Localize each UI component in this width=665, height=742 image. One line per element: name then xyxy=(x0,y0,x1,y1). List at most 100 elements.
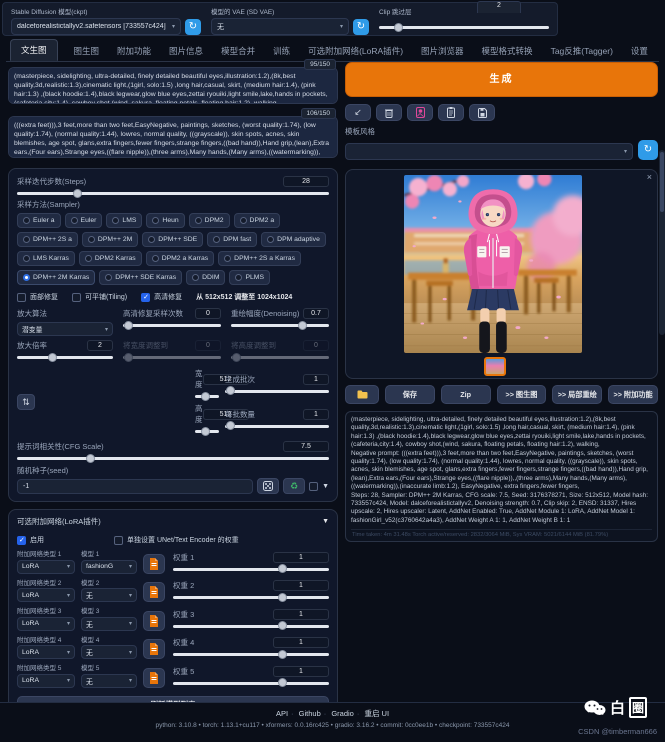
lora-enable-checkbox[interactable]: 启用 xyxy=(17,535,44,545)
sampler-ddim[interactable]: DDIM xyxy=(186,270,225,285)
sampler-lms-karras[interactable]: LMS Karras xyxy=(17,251,75,266)
sampler-dpmpp-2s-a-karras[interactable]: DPM++ 2S a Karras xyxy=(218,251,301,266)
tab-model-convert[interactable]: 模型格式转换 xyxy=(480,41,535,61)
hires-steps-slider[interactable] xyxy=(123,324,221,327)
lora-model-dropdown[interactable]: 无▾ xyxy=(81,617,137,631)
upscale-by-slider[interactable] xyxy=(17,356,113,359)
sampler-dpm2-a[interactable]: DPM2 a xyxy=(234,213,281,228)
lora-header[interactable]: 可选附加网络(LoRA插件) xyxy=(17,516,101,527)
lora-model-file-button[interactable] xyxy=(143,668,165,688)
generated-image[interactable] xyxy=(404,175,582,353)
send-to-inpaint-button[interactable]: >> 局部重绘 xyxy=(552,385,602,404)
sampler-dpmpp-2m[interactable]: DPM++ 2M xyxy=(82,232,138,247)
lora-weight-value[interactable]: 1 xyxy=(273,666,329,677)
lora-weight-value[interactable]: 1 xyxy=(273,552,329,563)
sampler-dpmpp-2s-a[interactable]: DPM++ 2S a xyxy=(17,232,78,247)
sampler-dpmpp-2m-karras[interactable]: DPM++ 2M Karras xyxy=(17,270,95,285)
sampler-dpm2-a-karras[interactable]: DPM2 a Karras xyxy=(146,251,214,266)
lora-type-dropdown[interactable]: LoRA▾ xyxy=(17,588,75,602)
api-link[interactable]: API xyxy=(276,709,288,718)
open-folder-button[interactable] xyxy=(345,385,379,404)
gallery-thumbnail[interactable] xyxy=(484,357,506,376)
batch-count-value[interactable]: 1 xyxy=(303,374,329,385)
lora-model-file-button[interactable] xyxy=(143,554,165,574)
sampler-dpmpp-sde-karras[interactable]: DPM++ SDE Karras xyxy=(99,270,182,285)
tab-image-browser[interactable]: 图片浏览器 xyxy=(419,41,466,61)
hires-steps-value[interactable]: 0 xyxy=(195,308,221,319)
lora-type-dropdown[interactable]: LoRA▾ xyxy=(17,674,75,688)
lora-model-dropdown[interactable]: 无▾ xyxy=(81,674,137,688)
restore-faces-checkbox[interactable]: 面部修复 xyxy=(17,292,58,302)
batch-size-value[interactable]: 1 xyxy=(303,409,329,420)
batch-count-slider[interactable] xyxy=(225,390,329,393)
extra-networks-button[interactable] xyxy=(407,104,433,121)
save-style-button[interactable] xyxy=(469,104,495,121)
upscaler-dropdown[interactable]: 潜变量▾ xyxy=(17,322,113,336)
lora-model-dropdown[interactable]: 无▾ xyxy=(81,588,137,602)
steps-slider[interactable] xyxy=(17,192,329,195)
lora-model-file-button[interactable] xyxy=(143,582,165,602)
seed-extra-checkbox[interactable] xyxy=(309,482,318,491)
lora-type-dropdown[interactable]: LoRA▾ xyxy=(17,617,75,631)
seed-collapse-caret-icon[interactable]: ▼ xyxy=(322,483,329,490)
negative-prompt-input[interactable]: (((extra feet))),3 feet,more than two fe… xyxy=(8,116,338,158)
send-to-img2img-button[interactable]: >> 图生图 xyxy=(497,385,547,404)
sampler-dpm2[interactable]: DPM2 xyxy=(189,213,230,228)
seed-input[interactable]: -1 xyxy=(17,479,253,494)
styles-dropdown[interactable]: ▾ xyxy=(345,143,633,160)
lora-weight-value[interactable]: 1 xyxy=(273,609,329,620)
model-dropdown[interactable]: dalceforealistictallyv2.safetensors [733… xyxy=(11,18,181,35)
clear-prompt-button[interactable] xyxy=(376,104,402,121)
lora-weight-value[interactable]: 1 xyxy=(273,580,329,591)
lora-type-dropdown[interactable]: LoRA▾ xyxy=(17,645,75,659)
tiling-checkbox[interactable]: 可平铺(Tiling) xyxy=(72,292,127,302)
height-slider[interactable] xyxy=(195,430,219,433)
tab-settings[interactable]: 设置 xyxy=(629,41,650,61)
sampler-euler[interactable]: Euler xyxy=(65,213,103,228)
lora-model-dropdown[interactable]: 无▾ xyxy=(81,645,137,659)
lora-model-dropdown[interactable]: fashionG▾ xyxy=(81,560,137,574)
lora-collapse-caret-icon[interactable]: ▼ xyxy=(322,518,329,525)
tab-tagger[interactable]: Tag反推(Tagger) xyxy=(549,41,615,61)
reuse-seed-button[interactable]: ♻ xyxy=(283,478,305,494)
denoising-slider[interactable] xyxy=(231,324,329,327)
sampler-dpm-adaptive[interactable]: DPM adaptive xyxy=(261,232,326,247)
batch-size-slider[interactable] xyxy=(225,425,329,428)
lora-weight-slider[interactable] xyxy=(173,682,329,685)
sampler-lms[interactable]: LMS xyxy=(106,213,142,228)
github-link[interactable]: Github xyxy=(299,709,321,718)
steps-value[interactable]: 28 xyxy=(283,176,329,187)
prompt-input[interactable]: (masterpiece, sidelighting, ultra-detail… xyxy=(8,67,338,104)
sampler-dpm2-karras[interactable]: DPM2 Karras xyxy=(79,251,142,266)
vae-dropdown[interactable]: 无 ▾ xyxy=(211,18,349,35)
lora-weight-slider[interactable] xyxy=(173,568,329,571)
sampler-heun[interactable]: Heun xyxy=(146,213,184,228)
cfg-scale-value[interactable]: 7.5 xyxy=(283,441,329,452)
swap-dimensions-button[interactable]: ⇅ xyxy=(17,394,35,410)
lora-separate-weights-checkbox[interactable]: 单独设置 UNet/Text Encoder 的权重 xyxy=(114,535,239,545)
styles-refresh-button[interactable]: ↻ xyxy=(638,140,658,160)
random-seed-button[interactable] xyxy=(257,478,279,494)
gradio-link[interactable]: Gradio xyxy=(331,709,354,718)
vae-refresh-button[interactable]: ↻ xyxy=(353,19,369,35)
upscale-by-value[interactable]: 2 xyxy=(87,340,113,351)
zip-button[interactable]: Zip xyxy=(441,385,491,404)
sampler-plms[interactable]: PLMS xyxy=(229,270,270,285)
lora-model-file-button[interactable] xyxy=(143,639,165,659)
lora-weight-slider[interactable] xyxy=(173,653,329,656)
cfg-scale-slider[interactable] xyxy=(17,457,329,460)
hires-fix-checkbox[interactable]: 高清修复 xyxy=(141,292,182,302)
lora-weight-slider[interactable] xyxy=(173,625,329,628)
restart-ui-link[interactable]: 重启 UI xyxy=(364,709,389,718)
denoising-value[interactable]: 0.7 xyxy=(303,308,329,319)
sampler-dpm-fast[interactable]: DPM fast xyxy=(207,232,257,247)
close-icon[interactable]: × xyxy=(647,172,652,182)
width-slider[interactable] xyxy=(195,395,219,398)
lora-weight-slider[interactable] xyxy=(173,596,329,599)
paste-params-button[interactable]: ↙ xyxy=(345,104,371,121)
send-to-extras-button[interactable]: >> 附加功能 xyxy=(608,385,658,404)
lora-weight-value[interactable]: 1 xyxy=(273,637,329,648)
lora-model-file-button[interactable] xyxy=(143,611,165,631)
generate-button[interactable]: 生成 xyxy=(345,62,658,97)
lora-type-dropdown[interactable]: LoRA▾ xyxy=(17,560,75,574)
